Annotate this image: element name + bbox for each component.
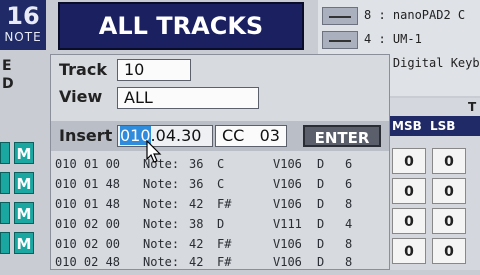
- device-toggle-button[interactable]: [322, 7, 358, 25]
- bank-header: MSB LSB: [390, 116, 480, 136]
- track-strip: E D M M M M: [0, 52, 48, 270]
- mute-button[interactable]: [0, 232, 10, 254]
- lsb-cell[interactable]: 0: [432, 238, 466, 264]
- event-note-name: F#: [217, 237, 232, 251]
- event-length: 8: [345, 197, 353, 211]
- msb-cell[interactable]: 0: [392, 148, 426, 174]
- device-label: 4 : UM-1: [364, 32, 422, 46]
- event-note-number: 42: [189, 237, 204, 251]
- event-position: 010 01 48: [55, 177, 121, 191]
- event-type: Note:: [143, 197, 180, 211]
- note-indicator: 16 NOTE: [0, 0, 46, 50]
- view-field[interactable]: ALL: [117, 87, 259, 109]
- event-position: 010 01 00: [55, 157, 121, 171]
- insert-type: CC: [222, 126, 245, 145]
- mute-button[interactable]: M: [14, 202, 34, 224]
- event-position: 010 01 48: [55, 197, 121, 211]
- event-channel: D: [317, 157, 325, 171]
- event-velocity: V106: [273, 237, 302, 251]
- event-note-name: C: [217, 177, 225, 191]
- event-type: Note:: [143, 217, 180, 231]
- device-row[interactable]: 4 : UM-1: [318, 28, 480, 52]
- event-length: 6: [345, 157, 353, 171]
- event-channel: D: [317, 237, 325, 251]
- event-note-number: 42: [189, 255, 204, 269]
- msb-cell[interactable]: 0: [392, 238, 426, 264]
- event-row[interactable]: 010 02 48 Note: 42 F# V106 D 8: [55, 255, 385, 275]
- event-velocity: V106: [273, 197, 302, 211]
- strip-text: E: [2, 58, 12, 74]
- insert-position-field[interactable]: 010.04.30: [117, 125, 213, 147]
- msb-cell[interactable]: 0: [392, 178, 426, 204]
- event-length: 6: [345, 177, 353, 191]
- event-velocity: V106: [273, 157, 302, 171]
- mute-button[interactable]: [0, 202, 10, 224]
- event-velocity: V111: [273, 217, 302, 231]
- event-length: 8: [345, 237, 353, 251]
- event-row[interactable]: 010 02 00 Note: 38 D V111 D 4: [55, 217, 385, 237]
- msb-header: MSB: [392, 119, 422, 133]
- mouse-pointer-icon: [146, 140, 162, 163]
- mute-button[interactable]: M: [14, 142, 34, 164]
- page-title: ALL TRACKS: [58, 2, 304, 50]
- bank-panel: T MSB LSB 0 0 0 0 0 0 0 0: [390, 98, 480, 270]
- event-note-name: C: [217, 157, 225, 171]
- event-type: Note:: [143, 177, 180, 191]
- event-note-name: F#: [217, 255, 232, 269]
- event-row[interactable]: 010 01 48 Note: 36 C V106 D 6: [55, 177, 385, 197]
- note-label: NOTE: [4, 30, 42, 44]
- msb-cell[interactable]: 0: [392, 208, 426, 234]
- event-row[interactable]: 010 02 00 Note: 42 F# V106 D 8: [55, 237, 385, 257]
- track-field[interactable]: 10: [117, 59, 191, 81]
- device-row[interactable]: 8 : nanoPAD2 C: [318, 4, 480, 28]
- device-toggle-button[interactable]: [322, 31, 358, 49]
- insert-type-field[interactable]: CC 03: [215, 125, 287, 147]
- event-list-dialog: Track 10 View ALL Insert 010.04.30 CC 03…: [50, 54, 390, 270]
- track-label: Track: [59, 60, 107, 79]
- event-note-number: 36: [189, 177, 204, 191]
- mute-button[interactable]: M: [14, 232, 34, 254]
- view-label: View: [59, 87, 103, 106]
- note-number: 16: [6, 2, 40, 30]
- event-velocity: V106: [273, 255, 302, 269]
- event-length: 4: [345, 217, 353, 231]
- event-type: Note:: [143, 255, 180, 269]
- event-position: 010 02 48: [55, 255, 121, 269]
- event-note-name: D: [217, 217, 225, 231]
- strip-text: D: [2, 76, 14, 92]
- lsb-header: LSB: [430, 119, 456, 133]
- panel-top-label: T: [468, 100, 477, 114]
- lsb-cell[interactable]: 0: [432, 208, 466, 234]
- event-row[interactable]: 010 01 00 Note: 36 C V106 D 6: [55, 157, 385, 177]
- event-type: Note:: [143, 237, 180, 251]
- event-row[interactable]: 010 01 48 Note: 42 F# V106 D 8: [55, 197, 385, 217]
- insert-row: Insert 010.04.30 CC 03 ENTER: [51, 121, 389, 151]
- mute-button[interactable]: M: [14, 172, 34, 194]
- event-note-number: 36: [189, 157, 204, 171]
- event-note-name: F#: [217, 197, 232, 211]
- mute-button[interactable]: [0, 142, 10, 164]
- lsb-cell[interactable]: 0: [432, 178, 466, 204]
- event-position: 010 02 00: [55, 237, 121, 251]
- enter-button[interactable]: ENTER: [303, 125, 381, 147]
- event-velocity: V106: [273, 177, 302, 191]
- device-label: 8 : nanoPAD2 C: [364, 8, 466, 22]
- mute-button[interactable]: [0, 172, 10, 194]
- event-channel: D: [317, 197, 325, 211]
- insert-label: Insert: [59, 126, 113, 145]
- event-note-number: 38: [189, 217, 204, 231]
- event-length: 8: [345, 255, 353, 269]
- event-position: 010 02 00: [55, 217, 121, 231]
- insert-type-number: 03: [259, 126, 280, 145]
- event-channel: D: [317, 217, 325, 231]
- event-channel: D: [317, 255, 325, 269]
- event-channel: D: [317, 177, 325, 191]
- lsb-cell[interactable]: 0: [432, 148, 466, 174]
- event-note-number: 42: [189, 197, 204, 211]
